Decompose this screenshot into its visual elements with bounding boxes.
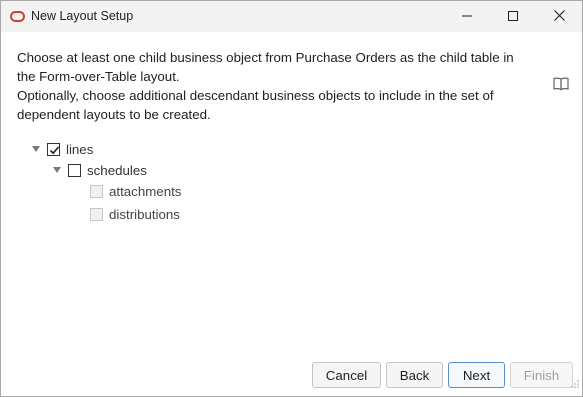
tree-node-schedules: schedules	[53, 160, 147, 180]
back-button[interactable]: Back	[386, 362, 443, 388]
tree-node-label: schedules	[87, 162, 147, 178]
instruction-line: Choose at least one child business objec…	[17, 50, 514, 65]
tree-node-label: distributions	[109, 206, 180, 222]
oracle-ring-icon	[10, 10, 25, 23]
maximize-button[interactable]	[490, 1, 536, 32]
cancel-button[interactable]: Cancel	[312, 362, 381, 388]
title-bar[interactable]: New Layout Setup	[1, 1, 582, 32]
book-icon[interactable]	[552, 76, 570, 92]
schedules-checkbox[interactable]	[68, 163, 81, 177]
resize-grip-icon[interactable]	[570, 376, 580, 394]
tree-node-distributions: distributions	[90, 204, 180, 224]
lines-checkbox[interactable]	[47, 142, 60, 156]
close-icon	[553, 8, 565, 26]
tree-node-attachments: attachments	[90, 181, 181, 201]
tree-node-lines: lines	[32, 139, 93, 159]
minimize-icon	[462, 8, 472, 26]
distributions-checkbox[interactable]	[90, 207, 103, 221]
finish-button: Finish	[510, 362, 573, 388]
tree-node-label: lines	[66, 141, 94, 157]
close-button[interactable]	[536, 1, 582, 32]
instruction-line: the Form-over-Table layout.	[17, 69, 180, 84]
attachments-checkbox[interactable]	[90, 184, 103, 198]
instruction-line: dependent layouts to be created.	[17, 107, 211, 122]
next-button[interactable]: Next	[448, 362, 505, 388]
window-title: New Layout Setup	[31, 9, 134, 23]
minimize-button[interactable]	[444, 1, 490, 32]
maximize-icon	[508, 8, 518, 26]
instruction-line: Optionally, choose additional descendant…	[17, 88, 494, 103]
instructions-text: Choose at least one child business objec…	[17, 48, 537, 124]
dialog-content: Choose at least one child business objec…	[1, 32, 582, 396]
expand-toggle-icon[interactable]	[53, 167, 61, 173]
expand-toggle-icon[interactable]	[32, 146, 40, 152]
tree-node-label: attachments	[109, 183, 182, 199]
dialog-window: New Layout Setup Choose at least one chi…	[0, 0, 583, 397]
